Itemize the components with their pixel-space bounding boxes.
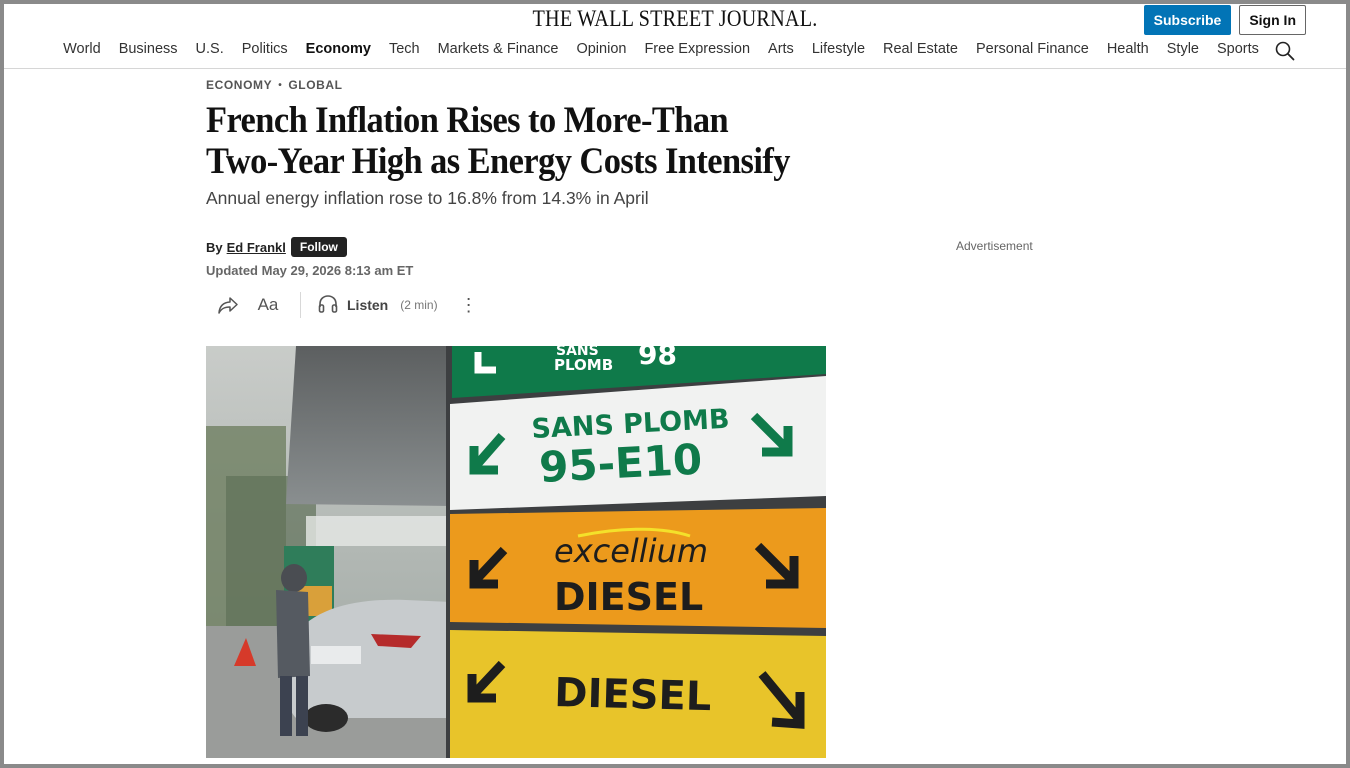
listen-label: Listen (347, 297, 389, 313)
listen-button[interactable]: Listen (2 min) (317, 290, 438, 320)
section-nav: World Business U.S. Politics Economy Tec… (0, 38, 1350, 62)
article-dek: Annual energy inflation rose to 16.8% fr… (206, 188, 649, 208)
subscribe-button[interactable]: Subscribe (1143, 5, 1232, 35)
sign-in-button[interactable]: Sign In (1239, 5, 1306, 35)
nav-item-sports[interactable]: Sports (1208, 38, 1268, 60)
station-canopy (286, 346, 451, 506)
nav-item-real-estate[interactable]: Real Estate (874, 38, 967, 60)
nav-item-lifestyle[interactable]: Lifestyle (803, 38, 874, 60)
nav-item-personal-finance[interactable]: Personal Finance (967, 38, 1098, 60)
toolbar-divider (300, 292, 301, 318)
person-figure (276, 590, 310, 678)
header-divider (4, 68, 1346, 69)
headphones-icon (317, 294, 339, 317)
nav-item-us[interactable]: U.S. (187, 38, 233, 60)
nav-item-arts[interactable]: Arts (759, 38, 803, 60)
byline: By Ed Frankl Follow (206, 237, 347, 257)
article-toolbar: Aa Listen (2 min) ⋮ (206, 290, 486, 320)
search-icon[interactable] (1274, 40, 1296, 62)
masthead-logo[interactable]: THE WALL STREET JOURNAL. (81, 6, 1269, 32)
article-headline: French Inflation Rises to More-Than Two-… (206, 100, 791, 182)
nav-item-free-expression[interactable]: Free Expression (635, 38, 759, 60)
kicker-economy-link[interactable]: ECONOMY (206, 78, 272, 92)
kicker-global-link[interactable]: GLOBAL (288, 78, 342, 92)
text-size-button[interactable]: Aa (250, 290, 286, 320)
more-options-icon[interactable]: ⋮ (452, 290, 486, 320)
follow-author-button[interactable]: Follow (290, 237, 347, 257)
nav-item-world[interactable]: World (54, 38, 110, 60)
sign-excellium-brand: excellium (554, 532, 708, 570)
sign-95-line2: 95-E10 (538, 435, 703, 492)
sign-excellium-diesel-text: DIESEL (554, 575, 703, 619)
share-icon[interactable] (206, 290, 250, 320)
author-link[interactable]: Ed Frankl (227, 240, 286, 255)
listen-duration: (2 min) (400, 298, 438, 312)
nav-item-politics[interactable]: Politics (233, 38, 297, 60)
sign-98-line2: PLOMB (554, 356, 613, 374)
article-kicker: ECONOMY • GLOBAL (206, 78, 343, 92)
nav-item-business[interactable]: Business (110, 38, 187, 60)
nav-item-opinion[interactable]: Opinion (567, 38, 635, 60)
byline-prefix: By (206, 239, 223, 255)
updated-timestamp: Updated May 29, 2026 8:13 am ET (206, 263, 414, 278)
sign-98-number: 98 (638, 346, 677, 371)
nav-item-markets-finance[interactable]: Markets & Finance (429, 38, 568, 60)
nav-item-health[interactable]: Health (1098, 38, 1158, 60)
header-actions: Subscribe Sign In (1143, 5, 1306, 35)
kicker-separator: • (278, 79, 283, 91)
article-photo[interactable]: SANS PLOMB 98 SANS PLOMB 95-E10 excelliu… (206, 346, 826, 758)
advertisement-label: Advertisement (956, 239, 1033, 253)
sign-diesel-text: DIESEL (554, 670, 712, 720)
nav-item-economy[interactable]: Economy (297, 38, 380, 60)
nav-item-style[interactable]: Style (1158, 38, 1208, 60)
nav-item-tech[interactable]: Tech (380, 38, 429, 60)
